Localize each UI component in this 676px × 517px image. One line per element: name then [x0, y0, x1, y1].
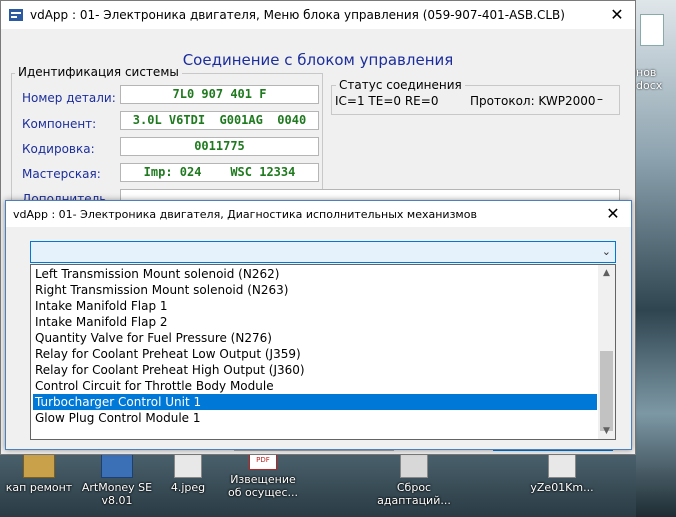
desktop-icon-sbros[interactable]: Сброс адаптаций...	[376, 454, 452, 507]
scroll-down-icon[interactable]: ▼	[598, 424, 615, 438]
protocol-label: Протокол: KWP2000	[470, 94, 596, 108]
list-item[interactable]: Intake Manifold Flap 1	[33, 298, 597, 314]
artmoney-icon	[101, 454, 133, 478]
list-scrollbar[interactable]: ▲ ▼	[598, 265, 615, 439]
connection-status-caption: Статус соединения	[336, 78, 465, 92]
desktop-icon-artmoney[interactable]: ArtMoney SE v8.01	[78, 454, 156, 507]
image-file-icon	[174, 454, 202, 478]
app-icon	[9, 9, 23, 21]
part-number-label: Номер детали:	[22, 91, 116, 105]
list-item[interactable]: Relay for Coolant Preheat High Output (J…	[33, 362, 597, 378]
chevron-down-icon[interactable]: ⌄	[602, 245, 611, 258]
part-number-value: 7L0 907 401 F	[120, 85, 319, 104]
list-item[interactable]: Intake Manifold Flap 2	[33, 314, 597, 330]
connection-counters: IC=1 TE=0 RE=0	[335, 94, 439, 108]
identification-caption: Идентификация системы	[15, 65, 182, 79]
folder-icon	[23, 454, 55, 478]
list-item[interactable]: Control Circuit for Throttle Body Module	[33, 378, 597, 394]
desktop-icon-label: Сброс адаптаций...	[377, 481, 451, 507]
scroll-up-icon[interactable]: ▲	[598, 266, 615, 280]
desktop-background: нов docx	[636, 0, 676, 517]
desktop-icon-kap-remont[interactable]: кап ремонт	[2, 454, 76, 494]
close-icon[interactable]: ✕	[605, 3, 629, 27]
list-item[interactable]: Quantity Valve for Fuel Pressure (N276)	[33, 330, 597, 346]
list-item[interactable]: Left Transmission Mount solenoid (N262)	[33, 266, 597, 282]
desktop-icon-label: 4.jpeg	[170, 481, 206, 494]
dialog-title: vdApp : 01- Электроника двигателя, Диагн…	[13, 207, 477, 221]
actuator-diagnostics-dialog: vdApp : 01- Электроника двигателя, Диагн…	[5, 200, 632, 450]
actuator-dropdown-list[interactable]: Left Transmission Mount solenoid (N262) …	[30, 264, 616, 440]
list-item[interactable]: Right Transmission Mount solenoid (N263)	[33, 282, 597, 298]
coding-value: 0011775	[120, 137, 319, 156]
file-icon[interactable]	[640, 14, 664, 46]
window-title: vdApp : 01- Электроника двигателя, Меню …	[30, 8, 565, 22]
desktop-label-2: docx	[636, 79, 663, 92]
scroll-thumb[interactable]	[600, 351, 613, 431]
close-icon[interactable]: ✕	[601, 202, 625, 226]
list-item[interactable]: Glow Plug Control Module 1	[33, 410, 597, 426]
desktop-icon-label: Извещение об осущес...	[228, 473, 298, 499]
coding-label: Кодировка:	[22, 142, 95, 156]
desktop-icon-label: кап ремонт	[5, 481, 73, 494]
file-icon	[400, 454, 428, 478]
desktop-icon-yze[interactable]: yZe01Km...	[524, 454, 600, 494]
list-item-selected[interactable]: Turbocharger Control Unit 1	[33, 394, 597, 410]
dialog-title-bar[interactable]: vdApp : 01- Электроника двигателя, Диагн…	[6, 201, 631, 227]
title-bar[interactable]: vdApp : 01- Электроника двигателя, Меню …	[1, 1, 635, 29]
desktop-icon-label: yZe01Km...	[530, 481, 594, 494]
workshop-value: Imp: 024 WSC 12334	[120, 163, 319, 182]
workshop-label: Мастерская:	[22, 167, 101, 181]
list-item[interactable]: Relay for Coolant Preheat Low Output (J3…	[33, 346, 597, 362]
protocol-suffix: –	[597, 92, 603, 106]
desktop-icon-pdf[interactable]: PDF Извещение об осущес...	[224, 450, 302, 499]
desktop-icon-label: ArtMoney SE v8.01	[81, 481, 153, 507]
desktop-icon-jpeg[interactable]: 4.jpeg	[158, 454, 218, 494]
actuator-select[interactable]: ⌄	[30, 241, 616, 263]
desktop-label-1: нов	[636, 66, 657, 79]
component-value: 3.0L V6TDI G001AG 0040	[120, 111, 319, 130]
image-file-icon	[548, 454, 576, 478]
component-label: Компонент:	[22, 117, 97, 131]
